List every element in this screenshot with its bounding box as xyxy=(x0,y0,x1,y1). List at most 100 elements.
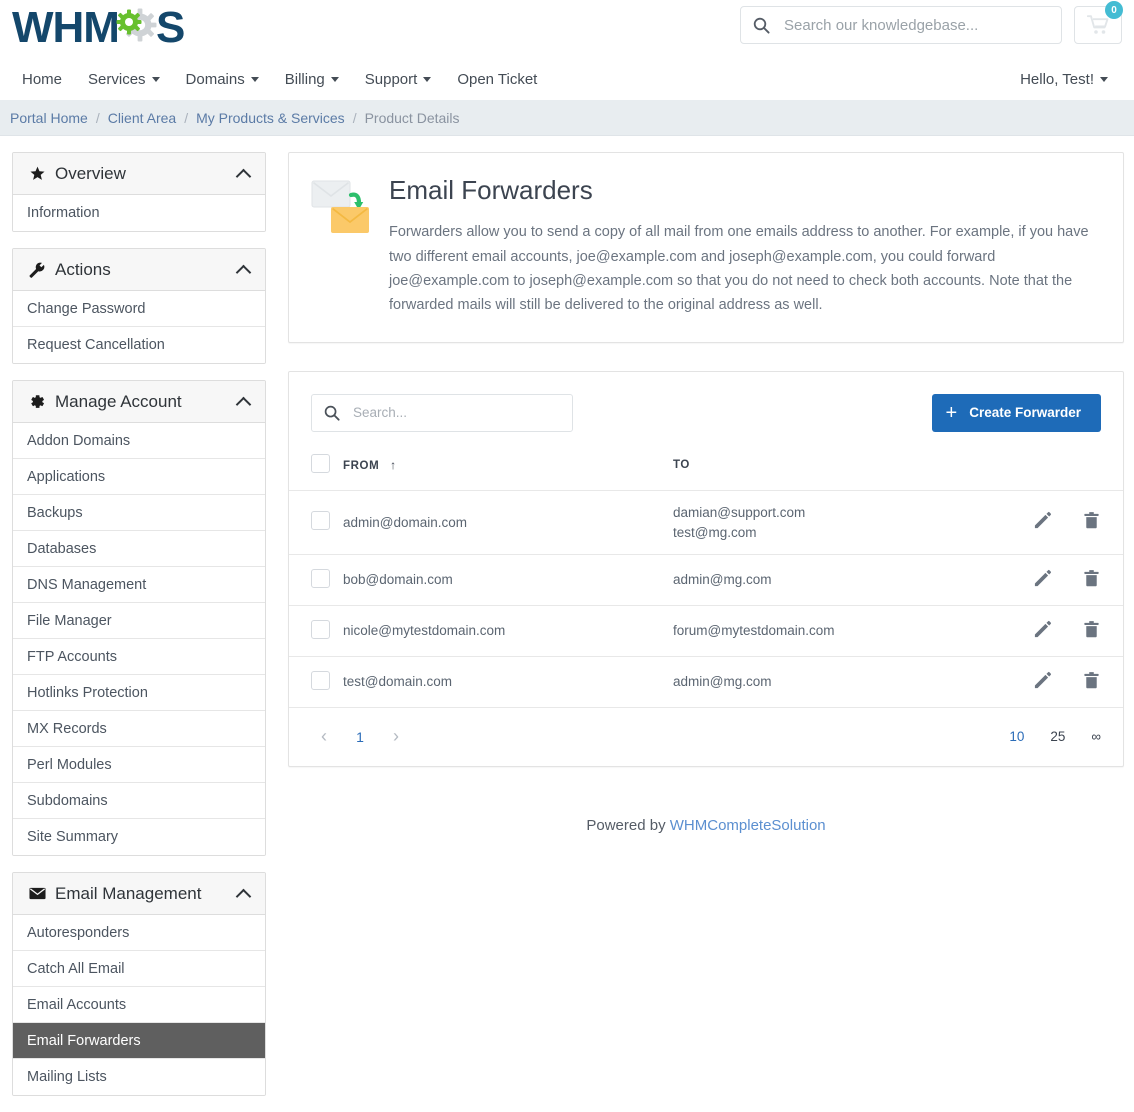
nav-item-billing[interactable]: Billing xyxy=(285,71,339,88)
nav-item-open-ticket[interactable]: Open Ticket xyxy=(457,71,537,88)
sidebar-item-catch-all-email[interactable]: Catch All Email xyxy=(13,951,265,987)
breadcrumb: Portal Home / Client Area / My Products … xyxy=(0,100,1134,136)
account-menu-label: Hello, Test! xyxy=(1020,71,1094,88)
edit-icon[interactable] xyxy=(1033,620,1052,642)
column-header-actions xyxy=(1003,450,1123,491)
sidebar-item-label: Hotlinks Protection xyxy=(27,685,148,701)
nav-label: Domains xyxy=(186,71,245,88)
forwarders-search-input[interactable] xyxy=(351,404,560,421)
per-page-option-10[interactable]: 10 xyxy=(1009,729,1024,744)
sidebar-item-mx-records[interactable]: MX Records xyxy=(13,711,265,747)
row-checkbox[interactable] xyxy=(311,511,330,530)
sidebar-item-mailing-lists[interactable]: Mailing Lists xyxy=(13,1059,265,1095)
forwarders-search[interactable] xyxy=(311,394,573,432)
page-footer: Powered by WHMCompleteSolution xyxy=(288,795,1124,862)
table-row: test@domain.com admin@mg.com xyxy=(289,656,1123,707)
breadcrumb-item-portal-home[interactable]: Portal Home xyxy=(10,110,88,126)
sidebar-item-subdomains[interactable]: Subdomains xyxy=(13,783,265,819)
sidebar-item-label: MX Records xyxy=(27,721,107,737)
per-page-option-25[interactable]: 25 xyxy=(1050,729,1065,744)
breadcrumb-item-my-products-services[interactable]: My Products & Services xyxy=(196,110,345,126)
nav-label: Home xyxy=(22,71,62,88)
sidebar-item-email-accounts[interactable]: Email Accounts xyxy=(13,987,265,1023)
row-checkbox[interactable] xyxy=(311,620,330,639)
cell-actions xyxy=(1003,554,1123,605)
sidebar-item-dns-management[interactable]: DNS Management xyxy=(13,567,265,603)
sidebar-item-addon-domains[interactable]: Addon Domains xyxy=(13,423,265,459)
row-checkbox[interactable] xyxy=(311,671,330,690)
select-all-checkbox[interactable] xyxy=(311,454,330,473)
delete-icon[interactable] xyxy=(1082,620,1101,642)
forwarders-table: FROM ↑ TO admin@domain.com d xyxy=(289,450,1123,708)
row-select-cell xyxy=(289,656,343,707)
sidebar-item-label: Email Accounts xyxy=(27,997,126,1013)
account-menu[interactable]: Hello, Test! xyxy=(1020,71,1108,88)
nav-item-domains[interactable]: Domains xyxy=(186,71,259,88)
sidebar-item-site-summary[interactable]: Site Summary xyxy=(13,819,265,855)
cell-to-line: admin@mg.com xyxy=(673,572,1003,587)
sidebar-item-autoresponders[interactable]: Autoresponders xyxy=(13,915,265,951)
footer-link[interactable]: WHMCompleteSolution xyxy=(670,817,826,834)
sidebar-panel-actions: Actions Change Password Request Cancella… xyxy=(12,248,266,364)
pagination-page-1[interactable]: 1 xyxy=(347,724,373,750)
breadcrumb-item-client-area[interactable]: Client Area xyxy=(108,110,176,126)
sidebar-item-ftp-accounts[interactable]: FTP Accounts xyxy=(13,639,265,675)
cart-button[interactable]: 0 xyxy=(1074,6,1122,44)
gear-small-icon xyxy=(116,9,142,35)
gear-icon xyxy=(27,394,47,410)
sidebar-panel-header-email-management[interactable]: Email Management xyxy=(13,873,265,915)
column-header-from[interactable]: FROM ↑ xyxy=(343,450,673,491)
sidebar-item-label: Site Summary xyxy=(27,829,118,845)
pagination-pages: ‹ 1 › xyxy=(311,724,409,750)
delete-icon[interactable] xyxy=(1082,569,1101,591)
sidebar-item-perl-modules[interactable]: Perl Modules xyxy=(13,747,265,783)
table-row: admin@domain.com damian@support.com test… xyxy=(289,490,1123,554)
search-input[interactable] xyxy=(782,16,1049,35)
sidebar-item-backups[interactable]: Backups xyxy=(13,495,265,531)
nav-label: Services xyxy=(88,71,146,88)
search-icon xyxy=(324,405,340,421)
sidebar-panel-header-actions[interactable]: Actions xyxy=(13,249,265,291)
sidebar-item-label: Backups xyxy=(27,505,83,521)
nav-item-home[interactable]: Home xyxy=(22,71,62,88)
pagination-next-button[interactable]: › xyxy=(383,724,409,750)
sidebar-panel-title: Email Management xyxy=(55,884,237,904)
delete-icon[interactable] xyxy=(1082,671,1101,693)
column-header-to[interactable]: TO xyxy=(673,450,1003,491)
chevron-up-icon xyxy=(237,889,251,898)
sidebar-item-applications[interactable]: Applications xyxy=(13,459,265,495)
logo-text-right: S xyxy=(156,6,184,50)
sidebar-item-request-cancellation[interactable]: Request Cancellation xyxy=(13,327,265,363)
sidebar-panel-header-manage-account[interactable]: Manage Account xyxy=(13,381,265,423)
row-checkbox[interactable] xyxy=(311,569,330,588)
chevron-down-icon xyxy=(251,77,259,82)
sidebar-item-file-manager[interactable]: File Manager xyxy=(13,603,265,639)
sidebar-item-email-forwarders[interactable]: Email Forwarders xyxy=(13,1023,265,1059)
row-select-cell xyxy=(289,490,343,554)
whmcs-logo[interactable]: WHM xyxy=(12,4,184,52)
pagination-prev-button[interactable]: ‹ xyxy=(311,724,337,750)
edit-icon[interactable] xyxy=(1033,511,1052,533)
sidebar-item-databases[interactable]: Databases xyxy=(13,531,265,567)
sidebar-item-label: Addon Domains xyxy=(27,433,130,449)
nav-label: Billing xyxy=(285,71,325,88)
delete-icon[interactable] xyxy=(1082,511,1101,533)
page-body: Overview Information Actions Change Pass… xyxy=(0,136,1134,1112)
sidebar-item-information[interactable]: Information xyxy=(13,195,265,231)
nav-item-services[interactable]: Services xyxy=(88,71,160,88)
sidebar-item-hotlinks-protection[interactable]: Hotlinks Protection xyxy=(13,675,265,711)
knowledgebase-search[interactable] xyxy=(740,6,1062,44)
sidebar-panel-header-overview[interactable]: Overview xyxy=(13,153,265,195)
page-description: Forwarders allow you to send a copy of a… xyxy=(389,220,1097,317)
create-forwarder-label: Create Forwarder xyxy=(969,405,1081,420)
edit-icon[interactable] xyxy=(1033,569,1052,591)
edit-icon[interactable] xyxy=(1033,671,1052,693)
sidebar-item-change-password[interactable]: Change Password xyxy=(13,291,265,327)
nav-item-support[interactable]: Support xyxy=(365,71,432,88)
chevron-up-icon xyxy=(237,265,251,274)
breadcrumb-item-product-details: Product Details xyxy=(365,110,460,126)
sidebar-panel-manage-account: Manage Account Addon Domains Application… xyxy=(12,380,266,856)
create-forwarder-button[interactable]: + Create Forwarder xyxy=(932,394,1101,432)
per-page-option-all[interactable]: ∞ xyxy=(1091,729,1101,744)
row-select-cell xyxy=(289,605,343,656)
